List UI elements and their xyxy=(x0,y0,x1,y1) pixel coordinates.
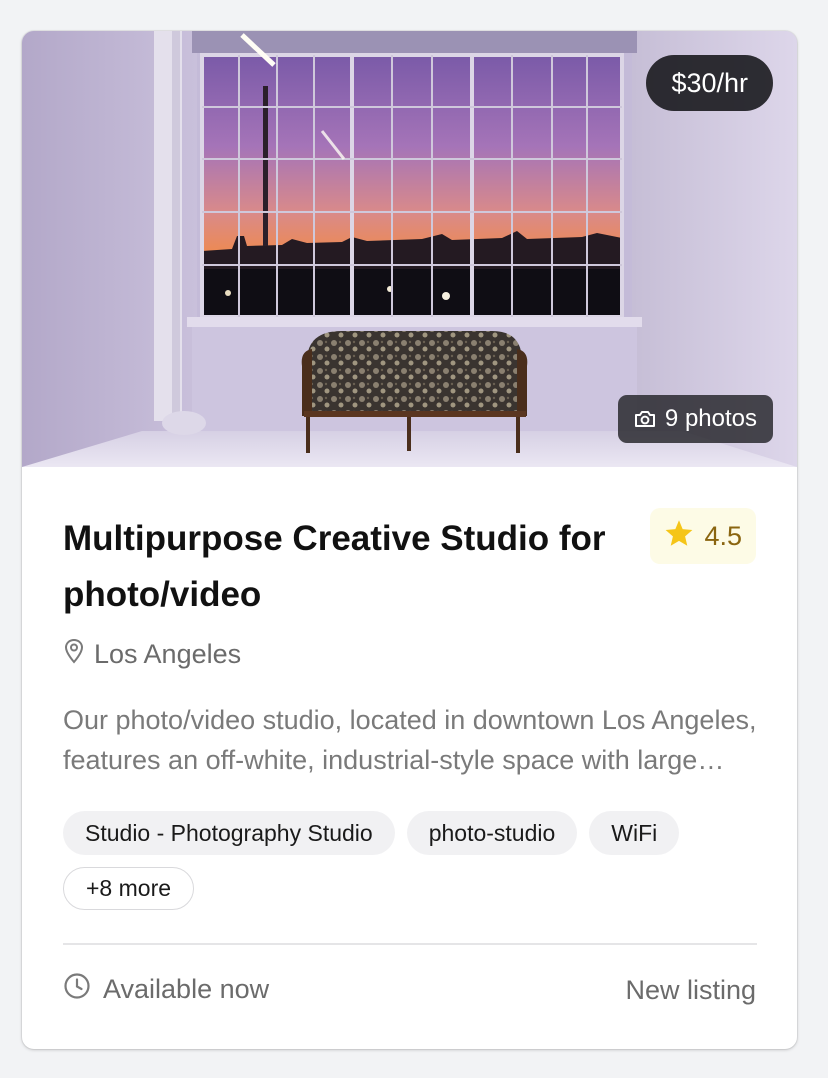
camera-icon xyxy=(634,410,656,428)
listing-photo[interactable]: $30/hr 9 photos xyxy=(22,31,797,467)
tag-chip[interactable]: Studio - Photography Studio xyxy=(63,811,395,855)
listing-description: Our photo/video studio, located in downt… xyxy=(63,705,757,775)
availability-label: Available now xyxy=(103,974,270,1004)
photos-count-label: 9 photos xyxy=(664,405,757,432)
availability: Available now xyxy=(63,972,269,1007)
photos-count-button[interactable]: 9 photos xyxy=(617,395,773,443)
map-pin-icon xyxy=(63,638,85,671)
listing-title[interactable]: Multipurpose Creative Studio for photo/v… xyxy=(63,511,623,623)
rating-value: 4.5 xyxy=(704,520,742,551)
listing-status: New listing xyxy=(625,975,756,1005)
price-badge: $30/hr xyxy=(646,55,773,111)
tag-list: Studio - Photography Studio photo-studio… xyxy=(63,811,763,910)
more-tags-button[interactable]: +8 more xyxy=(63,867,195,910)
rating-badge: 4.5 xyxy=(650,508,756,564)
tag-chip[interactable]: photo-studio xyxy=(406,811,578,855)
divider xyxy=(63,943,757,945)
location-label: Los Angeles xyxy=(94,639,242,669)
location: Los Angeles xyxy=(63,638,241,671)
tag-chip[interactable]: WiFi xyxy=(589,811,680,855)
listing-card[interactable]: $30/hr 9 photos Multipurpose Creative St… xyxy=(22,31,797,1049)
clock-icon xyxy=(63,972,91,1007)
star-icon xyxy=(664,519,694,554)
